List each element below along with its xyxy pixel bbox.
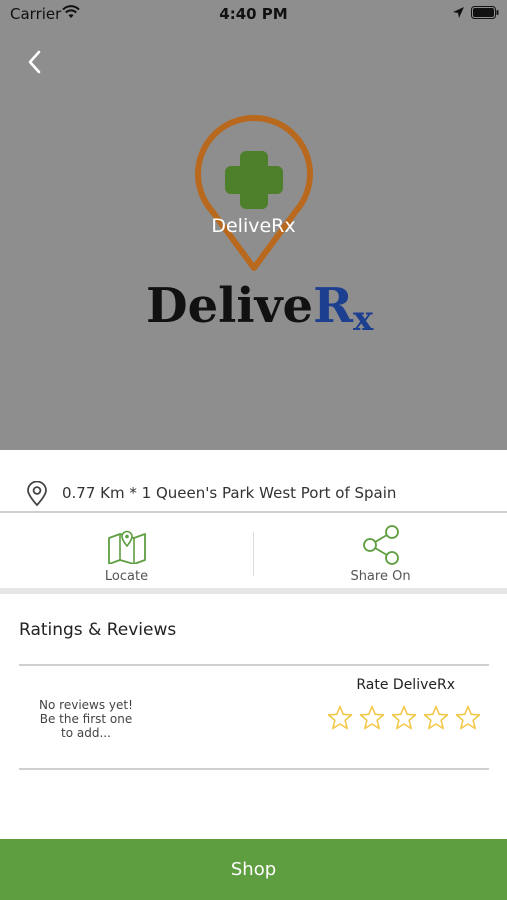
star-outline-icon[interactable] [455, 705, 481, 731]
battery-icon [471, 6, 499, 19]
address-row: 0.77 Km * 1 Queen's Park West Port of Sp… [0, 470, 507, 512]
divider [0, 511, 507, 513]
no-reviews-line: No reviews yet! [39, 698, 133, 712]
locate-label: Locate [104, 569, 149, 584]
share-label: Share On [350, 569, 411, 584]
shop-button[interactable]: Shop [0, 839, 507, 900]
divider [19, 768, 489, 770]
star-outline-icon[interactable] [359, 705, 385, 731]
share-button[interactable]: Share On [254, 524, 507, 588]
star-rating-input[interactable] [327, 705, 487, 735]
location-arrow-icon [453, 7, 464, 18]
back-chevron-icon[interactable] [22, 46, 50, 78]
locate-button[interactable]: Locate [0, 524, 253, 588]
no-reviews-message: No reviews yet! Be the first one to add.… [26, 698, 146, 740]
wordmark-delive: Delive [146, 278, 314, 334]
rate-store-label: Rate DeliveRx [356, 677, 455, 693]
map-icon [108, 530, 146, 564]
reviews-section-title: Ratings & Reviews [19, 620, 177, 640]
status-bar: Carrier 4:40 PM [0, 0, 507, 28]
store-wordmark-logo: DeliveRx [146, 278, 373, 339]
location-pin-icon [27, 481, 47, 507]
status-time: 4:40 PM [219, 5, 288, 23]
store-address: 0.77 Km * 1 Queen's Park West Port of Sp… [62, 484, 397, 502]
no-reviews-line: to add... [61, 726, 111, 740]
share-icon [363, 525, 399, 565]
star-outline-icon[interactable] [423, 705, 449, 731]
no-reviews-line: Be the first one [39, 712, 133, 726]
wordmark-x: x [352, 299, 374, 339]
divider [19, 664, 489, 666]
star-outline-icon[interactable] [391, 705, 417, 731]
section-gap [0, 588, 507, 594]
store-name-overlay: DeliveRx [211, 215, 296, 237]
pharmacy-pin-logo-icon [195, 115, 313, 271]
star-outline-icon[interactable] [327, 705, 353, 731]
store-hero: Carrier 4:40 PM DeliveRx DeliveRx [0, 0, 507, 450]
wordmark-r: R [313, 278, 353, 334]
